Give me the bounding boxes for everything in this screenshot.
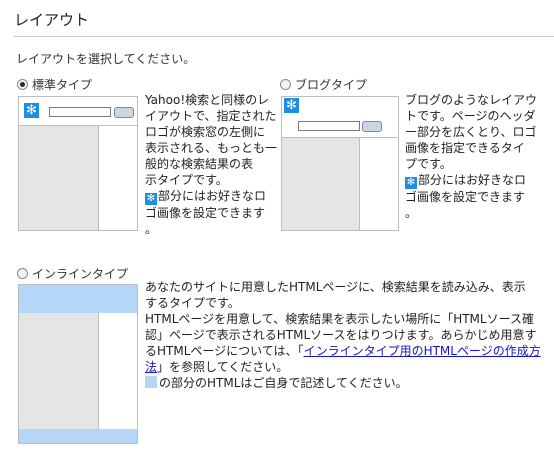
thumb-search-button: [362, 121, 382, 132]
inline-desc-line: 認」ページで表示されるHTMLソースをはりつけます。あらかじめ用意す: [145, 328, 537, 342]
blog-desc-line: 画像を指定できるタイ: [405, 141, 525, 155]
standard-layout-thumbnail[interactable]: ✻: [18, 96, 138, 231]
inline-desc-line: HTMLページを用意して、検索結果を表示したい場所に「HTMLソース確: [145, 312, 534, 326]
radio-blog[interactable]: [280, 79, 291, 90]
thumb-search-input: [49, 107, 111, 117]
inline-html-guide-link[interactable]: インラインタイプ用のHTMLページの作成方: [304, 344, 541, 358]
radio-inline-option[interactable]: インラインタイプ: [17, 265, 128, 282]
blog-thumb-header: [282, 97, 398, 115]
radio-blog-option[interactable]: ブログタイプ: [280, 76, 367, 93]
inline-desc-text: るHTMLページについては、「: [145, 344, 304, 358]
standard-desc-line: ロゴが検索窓の左側に: [145, 125, 266, 139]
standard-thumb-sidebar: [98, 126, 137, 230]
radio-standard-label: 標準タイプ: [32, 78, 93, 92]
inline-layout-thumbnail[interactable]: [18, 284, 138, 444]
section-title: レイアウト: [14, 11, 90, 29]
inline-thumb-top-area: [19, 285, 137, 313]
standard-desc-line: 般的な検索結果の表: [145, 157, 254, 171]
blog-desc-line: ブログのようなレイアウ: [405, 93, 538, 107]
blog-layout-thumbnail[interactable]: ✻: [281, 96, 399, 231]
inline-desc-line: あなたのサイトに用意したHTMLページに、検索結果を読み込み、表示: [145, 280, 526, 294]
standard-description: Yahoo!検索と同様のレ イアウトで、指定された ロゴが検索窓の左側に 表示さ…: [145, 92, 277, 237]
standard-desc-line: 表示される、もっとも一: [145, 141, 278, 155]
radio-standard[interactable]: [17, 79, 28, 90]
blog-note-line: ゴ画像を設定できます: [405, 190, 526, 204]
blog-desc-line: ー部分を広くとり、ロゴ: [405, 125, 537, 139]
blog-desc-line: トです。ページのヘッダ: [405, 109, 536, 123]
blue-area-swatch: [145, 376, 157, 388]
title-divider: [14, 36, 554, 37]
inline-thumb-bottom-area: [19, 429, 137, 443]
blog-thumb-sidebar: [359, 138, 398, 230]
thumb-search-button: [114, 107, 134, 118]
inline-desc-line: するタイプです。: [145, 296, 240, 310]
standard-note-line: 部分にはお好きなロ: [158, 189, 267, 203]
blog-description: ブログのようなレイアウ トです。ページのヘッダ ー部分を広くとり、ロゴ 画像を指…: [405, 92, 537, 221]
star-icon: ✻: [24, 103, 39, 118]
radio-inline[interactable]: [17, 268, 28, 279]
radio-inline-label: インラインタイプ: [32, 267, 129, 281]
intro-text: レイアウトを選択してください。: [16, 52, 196, 66]
star-icon: ✻: [145, 193, 157, 205]
blog-note-line: 。: [405, 206, 418, 220]
star-icon: ✻: [284, 98, 299, 113]
star-icon: ✻: [405, 177, 417, 189]
blog-desc-line: プです。: [405, 157, 452, 171]
inline-thumb-sidebar: [98, 313, 137, 429]
inline-note-text: の部分のHTMLはご自身で記述してください。: [159, 376, 408, 390]
inline-html-guide-link-end[interactable]: 法: [145, 360, 157, 374]
standard-note-line: 。: [145, 222, 158, 236]
inline-desc-text: 」を参照してください。: [157, 360, 289, 374]
inline-description: あなたのサイトに用意したHTMLページに、検索結果を読み込み、表示 するタイプで…: [145, 279, 550, 391]
thumb-search-input: [298, 121, 360, 131]
radio-standard-option[interactable]: 標準タイプ: [17, 76, 92, 93]
standard-desc-line: イアウトで、指定された: [145, 109, 277, 123]
standard-desc-line: 示タイプです。: [145, 173, 228, 187]
blog-note-line: 部分にはお好きなロ: [418, 173, 527, 187]
radio-blog-label: ブログタイプ: [295, 78, 368, 92]
standard-desc-line: Yahoo!検索と同様のレ: [145, 93, 270, 107]
standard-note-line: ゴ画像を設定できます: [145, 206, 266, 220]
